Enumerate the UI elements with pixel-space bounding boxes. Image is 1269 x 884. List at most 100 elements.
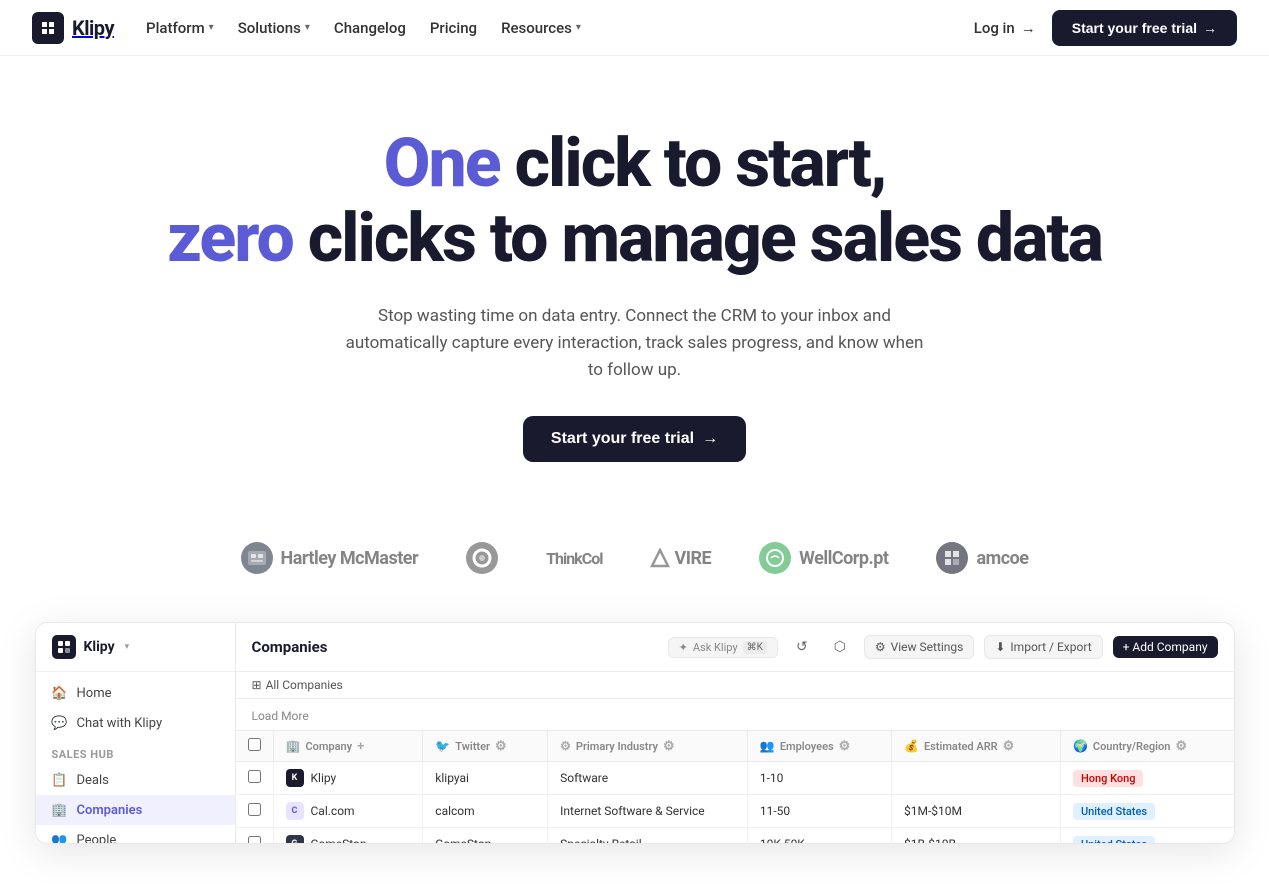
wellcorp-label: WellCorp.pt: [799, 548, 888, 569]
vire-label: VIRE: [674, 548, 711, 569]
th-arr[interactable]: 💰 Estimated ARR ⚙: [891, 731, 1060, 762]
login-button[interactable]: Log in →: [974, 19, 1036, 37]
import-export-button[interactable]: ⬇ Import / Export: [984, 635, 1102, 659]
row-3-arr[interactable]: $1B-$10B: [891, 828, 1060, 844]
th-arr-sort[interactable]: ⚙: [1003, 739, 1015, 754]
sidebar-section-label: Sales Hub: [36, 738, 235, 765]
ask-klipy-button[interactable]: ✦ Ask Klipy ⌘K: [668, 637, 778, 658]
row-1-twitter[interactable]: klipyai: [423, 762, 548, 795]
th-company-label: Company: [305, 740, 352, 753]
ai-icon: ✦: [679, 641, 688, 654]
th-employees-sort[interactable]: ⚙: [839, 739, 851, 754]
wellcorp-icon: [759, 542, 791, 574]
trial-button-nav[interactable]: Start your free trial →: [1052, 10, 1237, 46]
main-toolbar: Companies ✦ Ask Klipy ⌘K ↺ ⬡ ⚙ View Sett…: [236, 623, 1234, 672]
people-icon: 👥: [52, 832, 68, 844]
row-1-checkbox[interactable]: [248, 770, 261, 783]
th-twitter[interactable]: 🐦 Twitter ⚙: [423, 731, 548, 762]
select-all-checkbox[interactable]: [248, 738, 261, 751]
row-2-industry-value: Internet Software & Service: [560, 804, 705, 818]
row-3-company[interactable]: G GameStop: [273, 828, 423, 844]
chevron-down-icon: ▾: [576, 22, 581, 33]
add-company-button[interactable]: + Add Company: [1113, 636, 1218, 658]
sidebar-item-deals[interactable]: 📋 Deals: [36, 765, 235, 795]
import-icon: ⬇: [995, 640, 1005, 654]
sidebar-item-home[interactable]: 🏠 Home: [36, 678, 235, 708]
row-2-industry[interactable]: Internet Software & Service: [548, 795, 748, 828]
th-country-sort[interactable]: ⚙: [1175, 739, 1187, 754]
th-twitter-sort[interactable]: ⚙: [495, 739, 507, 754]
nav-item-platform[interactable]: Platform ▾: [146, 19, 214, 37]
all-companies-tab[interactable]: ⊞ All Companies: [252, 678, 343, 692]
refresh-button[interactable]: ↺: [788, 633, 816, 661]
nav-resources-label: Resources: [501, 19, 572, 37]
chevron-down-icon: ▾: [209, 22, 214, 33]
row-checkbox-3: [236, 828, 274, 844]
country-col-icon: 🌍: [1073, 739, 1088, 753]
row-1-country[interactable]: Hong Kong: [1060, 762, 1233, 795]
trial-label-nav: Start your free trial: [1072, 20, 1197, 36]
th-country[interactable]: 🌍 Country/Region ⚙: [1060, 731, 1233, 762]
row-1-industry[interactable]: Software: [548, 762, 748, 795]
row-3-country[interactable]: United States: [1060, 828, 1233, 844]
row-2-country-badge: United States: [1073, 803, 1155, 820]
main-content: Companies ✦ Ask Klipy ⌘K ↺ ⬡ ⚙ View Sett…: [236, 623, 1234, 843]
import-export-label: Import / Export: [1010, 640, 1091, 654]
row-2-checkbox[interactable]: [248, 803, 261, 816]
nav-item-pricing[interactable]: Pricing: [430, 19, 477, 37]
hero-accent-one: One: [384, 123, 500, 203]
sidebar-item-chat[interactable]: 💬 Chat with Klipy: [36, 708, 235, 738]
row-3-industry[interactable]: Specialty Retail: [548, 828, 748, 844]
brand-ring: [466, 542, 498, 574]
sidebar: Klipy ▾ 🏠 Home 💬 Chat with Klipy Sales H…: [36, 623, 236, 843]
hero-cta-button[interactable]: Start your free trial →: [523, 416, 746, 462]
sub-toolbar: ⊞ All Companies: [236, 672, 1234, 699]
view-settings-label: View Settings: [891, 640, 964, 654]
row-3-industry-value: Specialty Retail: [560, 837, 642, 843]
row-3-twitter[interactable]: GameStop: [423, 828, 548, 844]
th-industry-sort[interactable]: ⚙: [663, 739, 675, 754]
row-1-arr[interactable]: [891, 762, 1060, 795]
row-3-employees[interactable]: 10K-50K: [747, 828, 891, 844]
sidebar-item-people[interactable]: 👥 People: [36, 825, 235, 844]
company-col-icon: 🏢: [286, 739, 301, 753]
row-3-checkbox[interactable]: [248, 836, 261, 843]
row-1-company-name: Klipy: [311, 771, 337, 785]
settings-icon: ⚙: [875, 640, 886, 654]
nav-item-solutions[interactable]: Solutions ▾: [238, 19, 310, 37]
employees-col-icon: 👥: [760, 739, 775, 753]
nav-item-changelog[interactable]: Changelog: [334, 19, 406, 37]
row-checkbox-2: [236, 795, 274, 828]
add-column-icon[interactable]: +: [357, 739, 364, 754]
sidebar-home-label: Home: [77, 686, 112, 701]
chevron-down-icon: ▾: [305, 22, 310, 33]
share-button[interactable]: ⬡: [826, 633, 854, 661]
sidebar-logo-icon: [52, 635, 76, 659]
companies-table: 🏢 Company + 🐦 Twitter ⚙: [236, 731, 1234, 843]
row-2-company[interactable]: C Cal.com: [273, 795, 423, 828]
row-1-employees[interactable]: 1-10: [747, 762, 891, 795]
logo-text: Klipy: [72, 16, 114, 40]
row-2-twitter[interactable]: calcom: [423, 795, 548, 828]
row-1-company[interactable]: K Klipy: [273, 762, 423, 795]
nav-item-resources[interactable]: Resources ▾: [501, 19, 581, 37]
row-2-arr[interactable]: $1M-$10M: [891, 795, 1060, 828]
th-industry[interactable]: ⚙ Primary Industry ⚙: [548, 731, 748, 762]
companies-icon: 🏢: [52, 802, 68, 818]
row-2-employees[interactable]: 11-50: [747, 795, 891, 828]
hero-cta-label: Start your free trial: [551, 430, 694, 448]
view-settings-button[interactable]: ⚙ View Settings: [864, 635, 975, 659]
row-3-country-badge: United States: [1073, 836, 1155, 844]
brand-hartley: Hartley McMaster: [241, 542, 419, 574]
nav-platform-label: Platform: [146, 19, 205, 37]
th-company[interactable]: 🏢 Company +: [273, 731, 423, 762]
logo[interactable]: Klipy: [32, 12, 114, 44]
row-2-country[interactable]: United States: [1060, 795, 1233, 828]
nav-solutions-label: Solutions: [238, 19, 301, 37]
th-employees[interactable]: 👥 Employees ⚙: [747, 731, 891, 762]
row-1-industry-value: Software: [560, 771, 608, 785]
sidebar-item-companies[interactable]: 🏢 Companies: [36, 795, 235, 825]
industry-col-icon: ⚙: [560, 739, 571, 753]
nav-pricing-label: Pricing: [430, 19, 477, 37]
load-more-button[interactable]: Load More: [252, 709, 309, 723]
